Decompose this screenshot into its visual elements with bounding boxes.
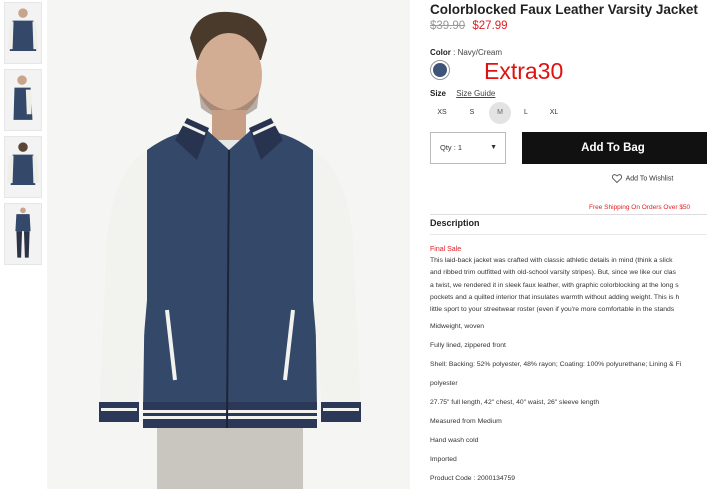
section-divider <box>430 214 707 215</box>
product-details-list: Midweight, woven Fully lined, zippered f… <box>430 323 707 494</box>
detail-item: Midweight, woven <box>430 323 485 330</box>
color-label: Color <box>430 48 451 57</box>
chevron-down-icon: ▼ <box>490 144 497 151</box>
quantity-select[interactable]: Qty : 1 ▼ <box>430 132 506 164</box>
detail-item: Fully lined, zippered front <box>430 342 506 349</box>
detail-item: Shell: Backing: 52% polyester, 48% rayon… <box>430 361 682 368</box>
color-label-row: Color : Navy/Cream <box>430 48 502 57</box>
detail-item: Hand wash cold <box>430 437 479 444</box>
description-divider <box>430 234 707 235</box>
size-guide-link[interactable]: Size Guide <box>456 89 495 98</box>
quantity-value: Qty : 1 <box>440 143 463 152</box>
original-price: $39.90 <box>430 20 466 32</box>
description-paragraph: This laid-back jacket was crafted with c… <box>430 255 707 316</box>
add-to-wishlist-link[interactable]: Add To Wishlist <box>611 174 674 184</box>
thumbnail-full-body[interactable] <box>4 203 42 265</box>
wishlist-label: Add To Wishlist <box>625 175 674 183</box>
description-heading: Description <box>430 218 480 228</box>
size-option-l[interactable]: L <box>515 102 537 124</box>
size-row: Size Size Guide <box>430 89 495 98</box>
size-option-xs[interactable]: XS <box>431 102 453 124</box>
detail-item: Imported <box>430 456 457 463</box>
description-line: little sport to your streetwear roster (… <box>430 306 675 314</box>
thumbnail-strip <box>4 2 42 270</box>
thumbnail-back[interactable] <box>4 136 42 198</box>
size-option-xl[interactable]: XL <box>543 102 565 124</box>
description-line: pockets and a quilted interior that insu… <box>430 293 680 301</box>
color-value: : Navy/Cream <box>453 48 503 57</box>
free-shipping-notice: Free Shipping On Orders Over $50 <box>589 204 691 211</box>
description-line: a twist, we rendered it in sleek faux le… <box>430 281 679 289</box>
size-option-s[interactable]: S <box>461 102 483 124</box>
detail-item: Measured from Medium <box>430 418 502 425</box>
promo-code-text: Extra30 <box>484 58 564 84</box>
swatch-fill <box>433 63 447 77</box>
detail-item: Product Code : 2000134759 <box>430 475 516 482</box>
add-to-bag-button[interactable]: Add To Bag <box>522 132 707 164</box>
thumbnail-side[interactable] <box>4 69 42 131</box>
heart-icon <box>611 174 623 184</box>
description-line: This laid-back jacket was crafted with c… <box>430 257 673 264</box>
detail-item: 27.75" full length, 42" chest, 40" waist… <box>430 399 600 406</box>
color-swatch-navy[interactable] <box>430 60 450 80</box>
description-line: and ribbed trim outfitted with old-schoo… <box>430 269 676 277</box>
size-option-m[interactable]: M <box>489 102 511 124</box>
size-options: XS S M L XL <box>430 102 690 124</box>
final-sale-label: Final Sale <box>430 246 462 253</box>
sale-price: $27.99 <box>472 20 508 32</box>
price-row: $39.90 $27.99 <box>430 20 508 32</box>
size-label: Size <box>430 89 447 98</box>
thumbnail-front[interactable] <box>4 2 42 64</box>
product-title: Colorblocked Faux Leather Varsity Jacket <box>430 2 698 17</box>
product-main-image <box>47 0 410 489</box>
detail-item: polyester <box>430 380 458 387</box>
